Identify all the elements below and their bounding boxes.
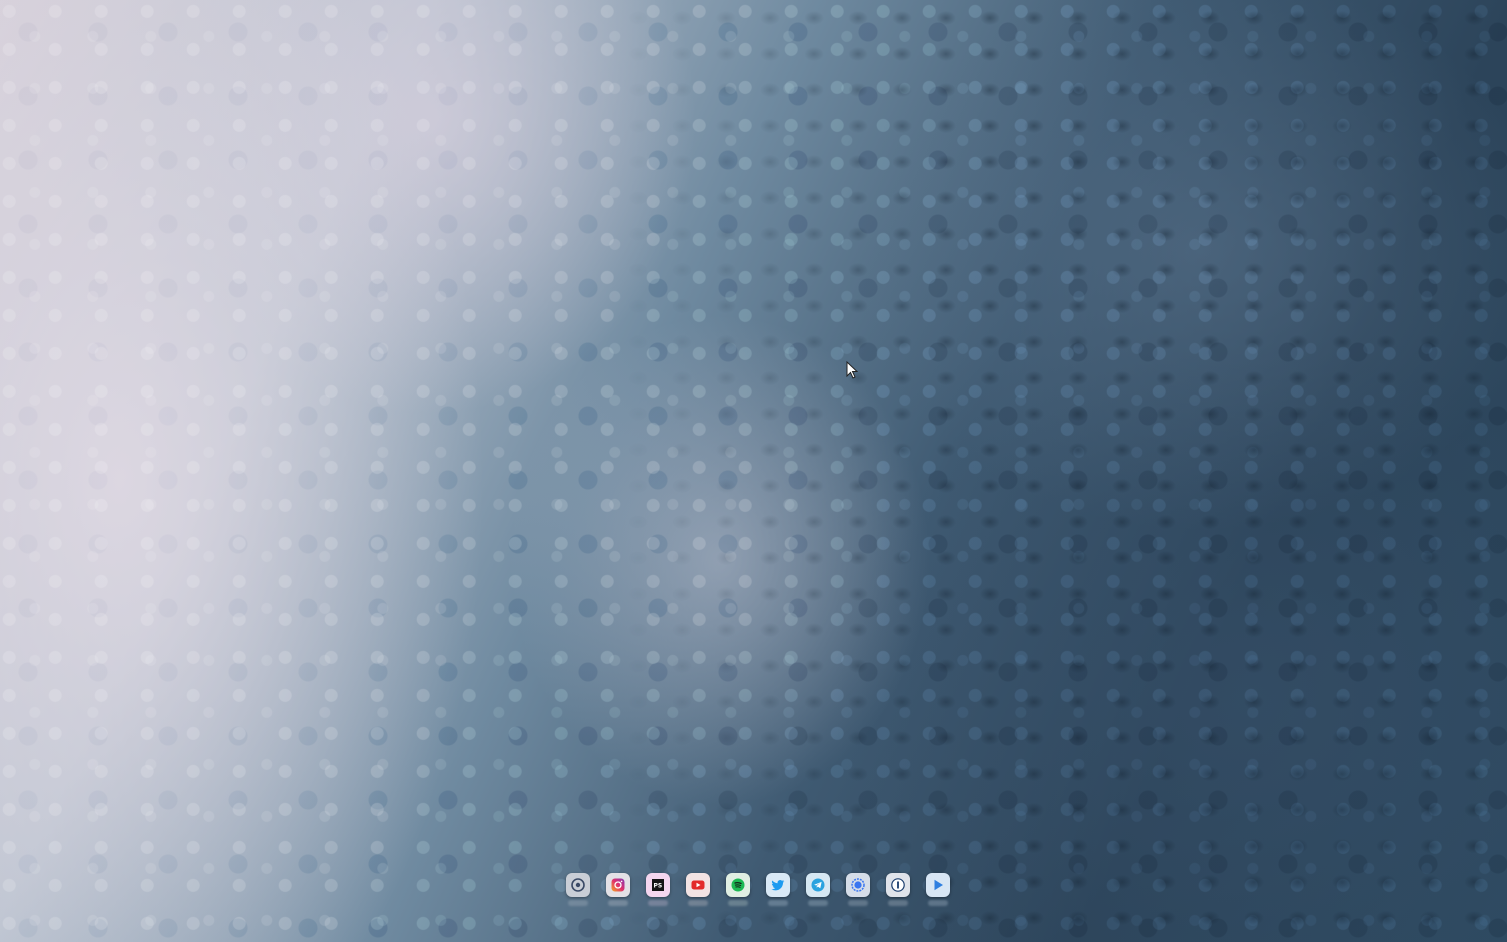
chromium-icon[interactable] <box>566 873 590 897</box>
twitter-icon[interactable] <box>766 873 790 897</box>
dock: PS <box>560 868 956 902</box>
svg-text:PS: PS <box>654 883 663 890</box>
youtube-icon[interactable] <box>686 873 710 897</box>
play-icon[interactable] <box>926 873 950 897</box>
phpstorm-icon[interactable]: PS <box>646 873 670 897</box>
spotify-icon[interactable] <box>726 873 750 897</box>
1password-icon[interactable] <box>886 873 910 897</box>
telegram-icon[interactable] <box>806 873 830 897</box>
desktop-wallpaper: PS <box>0 0 1507 942</box>
wallpaper-dark-texture <box>0 0 1507 942</box>
signal-icon[interactable] <box>846 873 870 897</box>
instagram-icon[interactable] <box>606 873 630 897</box>
